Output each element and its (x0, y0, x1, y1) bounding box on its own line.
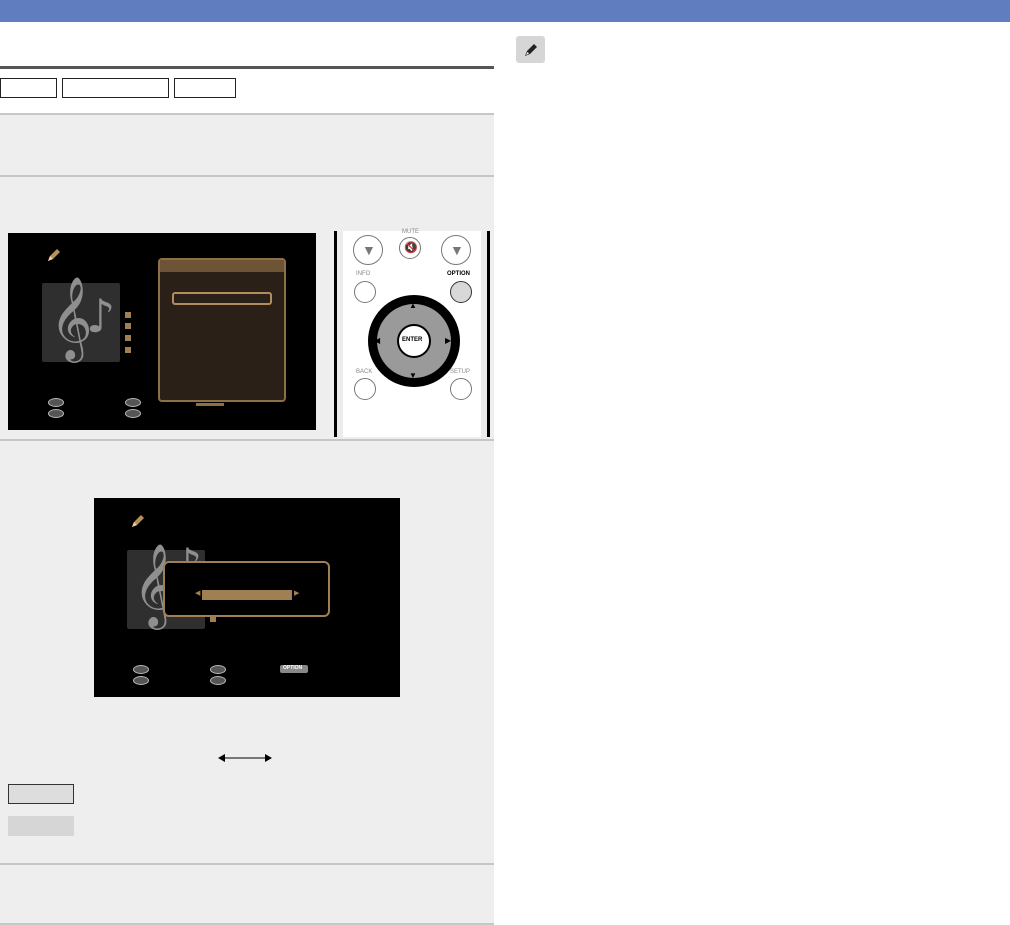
channel-down-button[interactable]: ▼ (441, 235, 471, 265)
key-icon (48, 409, 64, 418)
pencil-icon (132, 515, 144, 527)
music-note-icon: ♪ (86, 289, 116, 343)
key-icon (125, 398, 141, 407)
back-label: BACK (356, 369, 373, 375)
setup-button[interactable] (450, 378, 472, 400)
option-menu (158, 258, 286, 402)
legend-box-default (8, 784, 74, 804)
key-icon (125, 409, 141, 418)
scroll-indicator (196, 403, 224, 406)
info-icon (125, 335, 131, 341)
option-button[interactable] (450, 281, 472, 303)
section-rule (0, 66, 494, 69)
tab-1[interactable] (0, 78, 57, 98)
info-icon (125, 347, 131, 353)
option-menu-selected-item[interactable] (172, 292, 272, 305)
right-arrow-icon[interactable]: ▶ (445, 336, 451, 345)
setup-label: SETUP (450, 369, 471, 375)
down-arrow-icon[interactable]: ▼ (409, 371, 417, 380)
key-icon (133, 676, 149, 685)
info-label: INFO (356, 271, 371, 277)
memo-box (516, 36, 545, 63)
option-label: OPTION (447, 271, 471, 277)
tab-2[interactable] (62, 78, 169, 98)
left-arrow-icon[interactable]: ◀ (374, 336, 380, 345)
mute-icon: 🔇 (404, 242, 418, 254)
option-menu-header (160, 260, 284, 272)
key-icon (210, 676, 226, 685)
option-key: OPTION (280, 665, 308, 673)
mute-button[interactable]: 🔇 (399, 237, 421, 259)
back-button[interactable] (354, 378, 376, 400)
album-art: 𝄞 ♪ (42, 275, 120, 362)
option-value-selector[interactable] (202, 590, 292, 600)
up-arrow-icon[interactable]: ▲ (409, 301, 417, 310)
mute-label: MUTE (402, 229, 419, 235)
header-bar (0, 0, 1010, 22)
pencil-icon (524, 43, 537, 56)
info-button[interactable] (354, 281, 376, 303)
step-4 (0, 863, 494, 925)
enter-button[interactable]: ENTER (397, 324, 431, 358)
option-popup: ◀ ▶ (163, 561, 330, 617)
key-icon (48, 398, 64, 407)
key-icon (210, 665, 226, 674)
double-arrow-icon (218, 754, 272, 762)
info-icon (125, 323, 131, 329)
dpad: ▲ ▼ ◀ ▶ ENTER (368, 295, 460, 387)
tv-screen-2: 𝄞 ♪ ◀ ▶ OPTION (94, 498, 400, 697)
enter-label: ENTER (402, 337, 423, 343)
right-arrow-icon[interactable]: ▶ (294, 589, 299, 597)
tv-screen-1: 𝄞 ♪ (8, 233, 316, 430)
info-icon (125, 312, 131, 318)
volume-down-button[interactable]: ▼ (353, 235, 383, 265)
tab-3[interactable] (174, 78, 236, 98)
key-icon (133, 665, 149, 674)
legend-box-alt (8, 816, 74, 836)
left-arrow-icon[interactable]: ◀ (195, 589, 200, 597)
pencil-icon (48, 249, 60, 261)
remote-illustration: MUTE ▼ 🔇 ▼ INFO OPTION ▲ ▼ ◀ ▶ ENTER BAC… (334, 229, 490, 437)
step-1 (0, 113, 494, 175)
